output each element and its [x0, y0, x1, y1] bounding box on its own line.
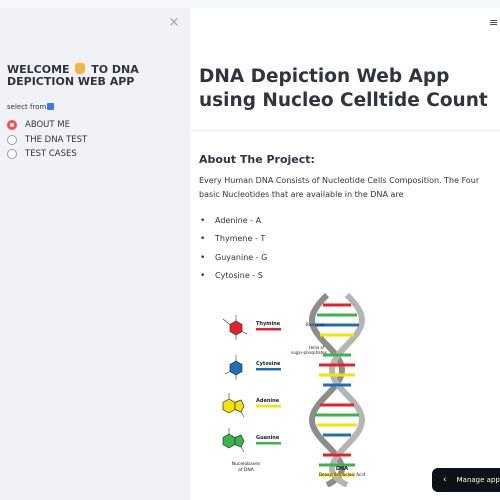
dna-diagram-image: Thymine Cytosine Adenine Guanine Nucelob… [222, 292, 366, 487]
adenine-molecule [222, 393, 245, 418]
sidebar: × WELCOME TO DNA DEPICTION WEB APP selec… [0, 8, 190, 500]
radio-group-label: select from [7, 103, 55, 111]
thymine-color-bar [256, 328, 281, 331]
radio-button-selected[interactable] [7, 120, 17, 131]
cytosine-molecule [224, 355, 243, 380]
top-strip [0, 0, 500, 8]
radio-button[interactable] [7, 149, 17, 160]
radio-option-about-me[interactable]: ABOUT ME [7, 118, 87, 133]
radio-option-test-cases[interactable]: TEST CASES [7, 147, 87, 162]
nucleobases-caption: Nucelobases [232, 461, 261, 467]
nucleobases-caption-2: of DNA [238, 467, 255, 473]
page-title: DNA Depiction Web App using Nucleo Cellt… [199, 66, 488, 111]
dna-full-caption: Deoxyribonucleic Acid [319, 472, 366, 477]
guanine-molecule [222, 428, 245, 453]
guanine-label: Guanine [256, 435, 280, 441]
down-arrow-icon [47, 103, 55, 110]
cytosine-color-bar [256, 368, 281, 371]
adenine-label: Adenine [256, 398, 280, 404]
base-pair-label: Base pair [306, 322, 325, 327]
list-item: Thymene - T [199, 230, 267, 248]
sidebar-welcome-heading: WELCOME TO DNA DEPICTION WEB APP [7, 63, 139, 88]
waving-hand-icon [75, 63, 86, 74]
close-sidebar-button[interactable]: × [167, 16, 181, 30]
nucleotide-list: Adenine - A Thymene - T Guyanine - G Cyt… [199, 212, 267, 285]
radio-option-the-dna-test[interactable]: THE DNA TEST [7, 133, 87, 148]
adenine-color-bar [256, 405, 281, 408]
chevron-left-icon: ‹ [443, 475, 447, 485]
section-heading: About The Project: [199, 153, 315, 166]
project-description: Every Human DNA Consists of Nucleotide C… [199, 176, 480, 199]
list-item: Adenine - A [199, 212, 267, 230]
divider [190, 130, 500, 131]
hamburger-menu-button[interactable]: ≡ [489, 16, 498, 29]
list-item: Cytosine - S [199, 267, 267, 285]
manage-app-button[interactable]: ‹ Manage app [432, 468, 500, 492]
navigation-radio-group: ABOUT ME THE DNA TEST TEST CASES [7, 118, 87, 162]
guanine-color-bar [256, 442, 281, 445]
thymine-label: Thymine [256, 321, 281, 327]
radio-button[interactable] [7, 134, 17, 145]
cytosine-label: Cytosine [256, 361, 281, 367]
thymine-molecule [222, 315, 248, 340]
sugar-phosphates-label: sugar-phosphates [291, 350, 327, 355]
list-item: Guyanine - G [199, 249, 267, 267]
